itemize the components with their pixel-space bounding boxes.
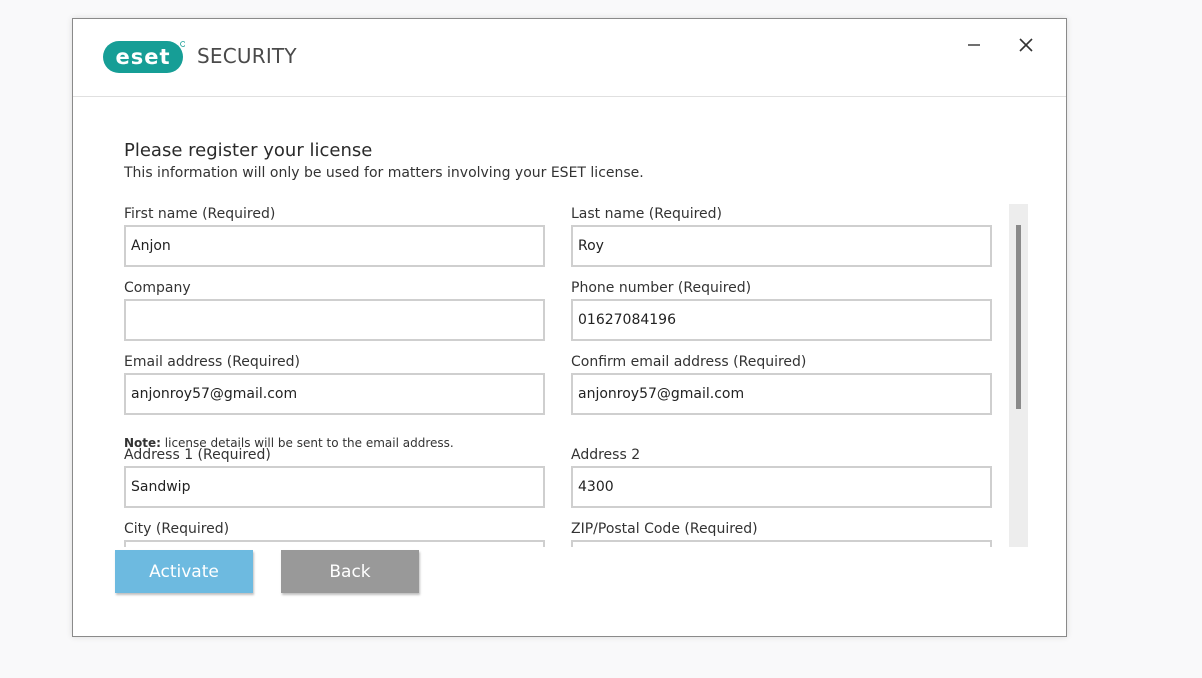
address1-field[interactable] (124, 466, 545, 508)
close-icon (1019, 38, 1033, 52)
zip-field[interactable] (571, 540, 992, 547)
phone-label: Phone number (Required) (571, 280, 752, 296)
page-subtitle: This information will only be used for m… (124, 165, 644, 181)
eset-logo-badge: eset (103, 41, 185, 73)
minimize-button[interactable] (959, 31, 989, 59)
eset-registration-window: eset SECURITY Please register your licen… (72, 18, 1067, 637)
company-field[interactable] (124, 299, 545, 341)
registration-form: First name (Required) Last name (Require… (124, 204, 1028, 547)
email-label: Email address (Required) (124, 354, 300, 370)
form-scrollbar[interactable] (1009, 204, 1028, 547)
city-field[interactable] (124, 540, 545, 547)
minimize-icon (968, 44, 980, 46)
activate-button[interactable]: Activate (115, 550, 253, 593)
title-bar: eset SECURITY (73, 19, 1066, 97)
phone-field[interactable] (571, 299, 992, 341)
scrollbar-thumb[interactable] (1016, 225, 1021, 409)
confirm-email-field[interactable] (571, 373, 992, 415)
product-name: SECURITY (197, 44, 297, 68)
back-button[interactable]: Back (281, 550, 419, 593)
last-name-label: Last name (Required) (571, 206, 722, 222)
svg-text:eset: eset (115, 45, 170, 69)
address2-field[interactable] (571, 466, 992, 508)
address1-label: Address 1 (Required) (124, 447, 271, 463)
page-title: Please register your license (124, 140, 373, 161)
company-label: Company (124, 280, 191, 296)
first-name-field[interactable] (124, 225, 545, 267)
close-button[interactable] (1011, 31, 1041, 59)
zip-label: ZIP/Postal Code (Required) (571, 521, 758, 537)
address2-label: Address 2 (571, 447, 641, 463)
first-name-label: First name (Required) (124, 206, 276, 222)
city-label: City (Required) (124, 521, 230, 537)
last-name-field[interactable] (571, 225, 992, 267)
email-field[interactable] (124, 373, 545, 415)
confirm-email-label: Confirm email address (Required) (571, 354, 807, 370)
